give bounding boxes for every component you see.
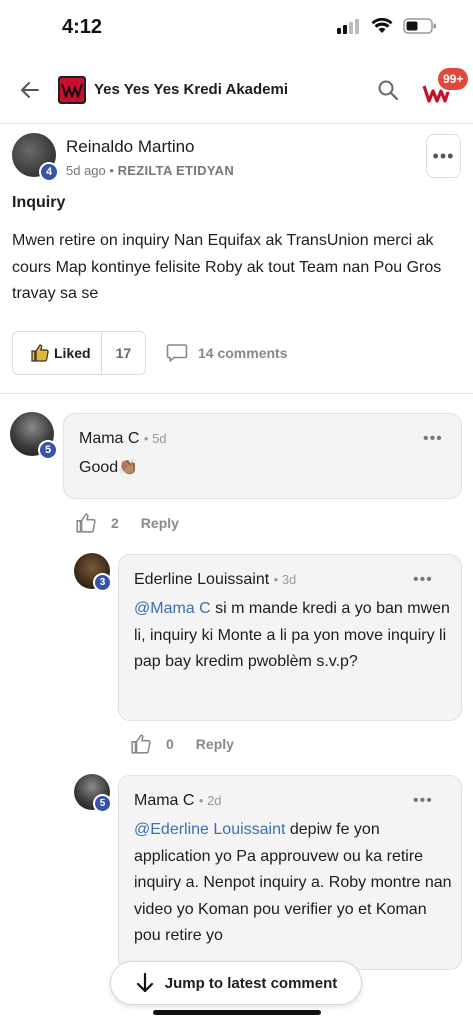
group-logo[interactable] xyxy=(58,76,86,104)
back-arrow-icon xyxy=(21,82,39,98)
post-category[interactable]: REZILTA ETIDYAN xyxy=(118,163,234,178)
search-icon xyxy=(378,80,399,101)
comments-count: 14 comments xyxy=(198,345,288,361)
comment-time: • 3d xyxy=(273,572,297,587)
comment-level-badge: 3 xyxy=(93,573,112,592)
post-divider xyxy=(0,393,473,394)
comment-author[interactable]: Ederline Louissaint • 3d xyxy=(134,571,296,589)
comment-text: @Ederline Louissaint depiw fe yon applic… xyxy=(134,817,452,950)
comment-level-badge: 5 xyxy=(38,440,58,460)
comment-text: @Mama C si m mande kredi a yo ban mwen l… xyxy=(134,596,452,676)
back-button[interactable] xyxy=(18,78,42,102)
post-title: Inquiry xyxy=(12,194,66,211)
comment-more-button[interactable]: ••• xyxy=(413,792,433,810)
status-time: 4:12 xyxy=(62,16,103,38)
post-author-name[interactable]: Reinaldo Martino xyxy=(66,137,195,157)
post-body: Mwen retire on inquiry Nan Equifax ak Tr… xyxy=(12,232,442,302)
author-level-badge: 4 xyxy=(39,162,59,182)
comment-like-count[interactable]: 2 xyxy=(111,515,119,531)
comment-body: depiw fe yon application yo Pa approuvew… xyxy=(134,821,452,944)
thumbs-up-icon[interactable] xyxy=(75,512,97,534)
comment-author[interactable]: Mama C • 2d xyxy=(134,792,222,810)
comment-author[interactable]: Mama C • 5d xyxy=(79,430,167,448)
comment-icon xyxy=(166,344,188,362)
mention-link[interactable]: @Mama C xyxy=(134,600,211,617)
post-meta: 5d ago • REZILTA ETIDYAN xyxy=(66,163,234,178)
notifications-button[interactable]: 99+ xyxy=(420,66,471,110)
notification-badge: 99+ xyxy=(436,66,471,92)
comment-like-count[interactable]: 0 xyxy=(166,736,174,752)
home-indicator xyxy=(153,1010,321,1015)
thumbs-up-filled-icon xyxy=(31,344,49,362)
comment-bubble: Ederline Louissaint • 3d ••• @Mama C si … xyxy=(118,554,462,721)
jump-to-latest-button[interactable]: Jump to latest comment xyxy=(110,961,362,1005)
comment-author-name[interactable]: Mama C xyxy=(79,430,139,447)
comment-author-name[interactable]: Mama C xyxy=(134,792,194,809)
arrow-down-icon xyxy=(136,972,153,993)
comment-time: • 2d xyxy=(198,793,222,808)
comment-actions: 0 Reply xyxy=(130,733,234,755)
comment-more-button[interactable]: ••• xyxy=(423,430,443,448)
status-icons xyxy=(337,18,437,34)
status-bar: 4:12 xyxy=(0,0,473,56)
comment-bubble: Mama C • 5d ••• Good👏🏽 xyxy=(63,413,462,499)
like-label: Liked xyxy=(54,345,91,361)
reply-button[interactable]: Reply xyxy=(141,515,179,531)
brand-logo-icon xyxy=(61,83,83,98)
wifi-icon xyxy=(371,18,393,33)
comment-level-badge: 5 xyxy=(93,794,112,813)
comment-more-button[interactable]: ••• xyxy=(413,571,433,589)
comments-button[interactable]: 14 comments xyxy=(166,343,287,363)
comment-text: Good👏🏽 xyxy=(79,459,139,476)
cellular-signal-icon xyxy=(337,19,359,34)
post-time: 5d ago xyxy=(66,163,106,178)
mention-link[interactable]: @Ederline Louissaint xyxy=(134,821,285,838)
app-header: Yes Yes Yes Kredi Akademi 99+ xyxy=(0,56,473,124)
jump-label: Jump to latest comment xyxy=(164,974,338,992)
thumbs-up-icon[interactable] xyxy=(130,733,152,755)
like-button[interactable]: Liked xyxy=(13,332,102,374)
like-count[interactable]: 17 xyxy=(102,345,145,361)
reply-button[interactable]: Reply xyxy=(196,736,234,752)
comment-actions: 2 Reply xyxy=(75,512,179,534)
comment-bubble: Mama C • 2d ••• @Ederline Louissaint dep… xyxy=(118,775,462,970)
battery-icon xyxy=(403,18,436,34)
meta-separator: • xyxy=(109,163,114,178)
comment-author-name[interactable]: Ederline Louissaint xyxy=(134,571,269,588)
search-button[interactable] xyxy=(376,78,400,102)
like-group: Liked 17 xyxy=(12,331,146,375)
group-title[interactable]: Yes Yes Yes Kredi Akademi xyxy=(94,81,288,98)
post-more-button[interactable]: ••• xyxy=(426,134,461,178)
comment-time: • 5d xyxy=(143,431,167,446)
